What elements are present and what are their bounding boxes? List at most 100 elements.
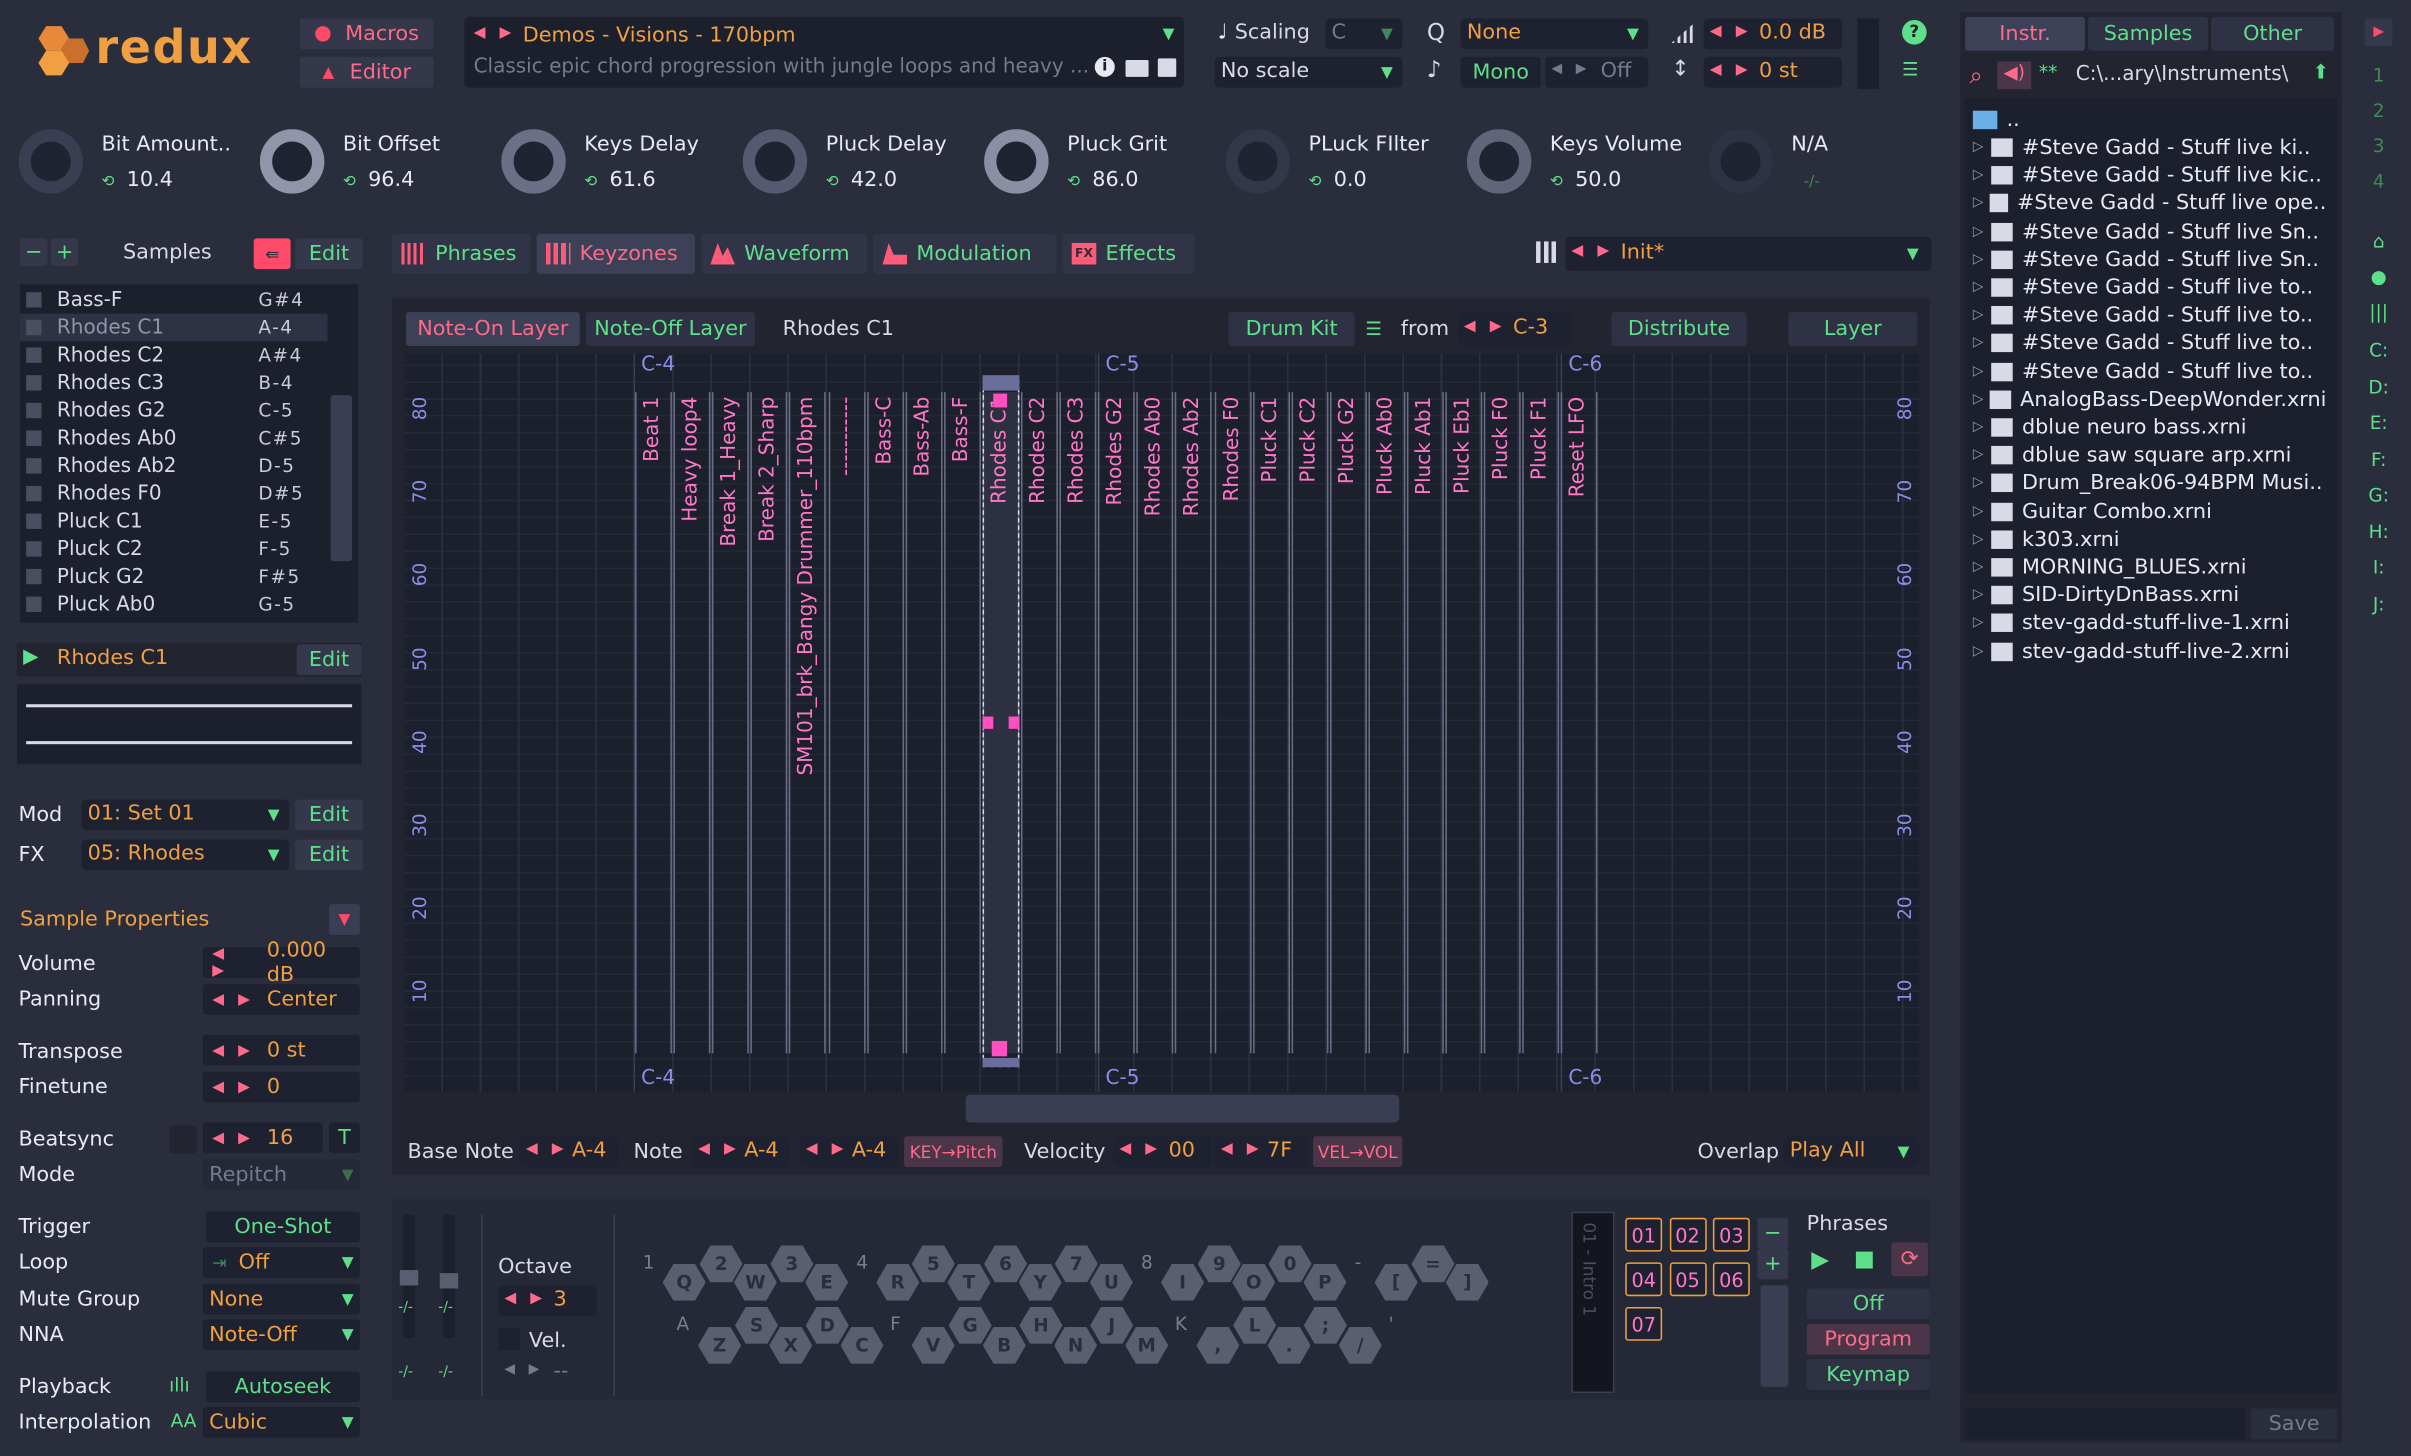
- drive-button[interactable]: C:: [2365, 337, 2393, 365]
- list-item[interactable]: Rhodes C3 B-4: [20, 369, 328, 397]
- phrase-play-icon[interactable]: ▶: [1811, 1245, 1829, 1273]
- browser-item[interactable]: ▷ dblue saw square arp.xrni: [1973, 442, 2327, 470]
- pitch-wheel-map-icon[interactable]: -/-: [398, 1301, 413, 1316]
- velocity-high-field[interactable]: ◀ ▶ 7F: [1214, 1136, 1307, 1168]
- expand-triangle-icon[interactable]: ▷: [1973, 224, 1991, 239]
- key-pitch-toggle[interactable]: KEY→Pitch: [904, 1136, 1003, 1168]
- zone-bottom-bar[interactable]: [982, 1057, 1020, 1068]
- phrase-slot[interactable]: 05: [1669, 1262, 1706, 1297]
- selected-sample-edit-button[interactable]: Edit: [296, 644, 362, 676]
- note-low-field[interactable]: ◀ ▶ A-4: [691, 1136, 791, 1168]
- browser-tab-samples[interactable]: Samples: [2088, 16, 2208, 51]
- fx-chain-select[interactable]: 05: Rhodes ▼: [81, 839, 290, 871]
- browser-item[interactable]: ▷ #Steve Gadd - Stuff live Sn..: [1973, 218, 2327, 246]
- zone-top-handle[interactable]: [982, 375, 1020, 391]
- macro-knob-2[interactable]: Bit Offset ⟲ 96.4: [254, 120, 485, 215]
- pitch-wheel-handle[interactable]: [399, 1270, 419, 1286]
- from-note-field[interactable]: ◀ ▶ C-3: [1457, 312, 1572, 346]
- phrase-scrollbar[interactable]: [1760, 1285, 1789, 1387]
- remove-phrase-button[interactable]: −: [1757, 1217, 1789, 1249]
- expand-triangle-icon[interactable]: ▷: [1973, 252, 1991, 267]
- beatsync-toggle[interactable]: [169, 1125, 197, 1154]
- mod-set-select[interactable]: 01: Set 01 ▼: [81, 799, 290, 831]
- note-on-layer-tab[interactable]: Note-On Layer: [405, 312, 580, 346]
- macro-knob-4[interactable]: Pluck Delay ⟲ 42.0: [737, 120, 968, 215]
- keyzone[interactable]: Pluck Eb1: [1445, 392, 1483, 1054]
- play-sample-icon[interactable]: ▶: [23, 646, 38, 669]
- beatsync-mode-button[interactable]: T: [329, 1122, 360, 1154]
- sample-panning-field[interactable]: ◀ ▶ Center: [202, 984, 360, 1015]
- from-note-arrows[interactable]: ◀ ▶: [1464, 318, 1506, 335]
- scale-dropdown-icon[interactable]: ▼: [1375, 60, 1400, 85]
- browser-item[interactable]: ▷ stev-gadd-stuff-live-2.xrni: [1973, 637, 2327, 665]
- keyzone[interactable]: Pluck F0: [1484, 392, 1521, 1054]
- phrase-mode-keymap[interactable]: Keymap: [1806, 1359, 1930, 1390]
- browser-item[interactable]: ▷ #Steve Gadd - Stuff live to..: [1973, 330, 2327, 358]
- slot-number-button[interactable]: 1: [2365, 62, 2393, 90]
- playback-waveform-icon[interactable]: ıllı: [169, 1375, 190, 1397]
- sample-transpose-field[interactable]: ◀ ▶ 0 st: [202, 1034, 360, 1066]
- tab-modulation[interactable]: Modulation: [873, 233, 1057, 274]
- base-note-field[interactable]: ◀ ▶ A-4: [519, 1136, 619, 1168]
- keyzone[interactable]: Pluck C1: [1252, 392, 1290, 1054]
- nna-select[interactable]: Note-Off ▼: [202, 1319, 360, 1351]
- browser-item[interactable]: ▷ AnalogBass-DeepWonder.xrni: [1973, 386, 2327, 414]
- fx-chain-dropdown-icon[interactable]: ▼: [261, 843, 286, 868]
- editor-button[interactable]: ▲ Editor: [299, 56, 434, 88]
- drive-button[interactable]: I:: [2365, 554, 2393, 582]
- scale-select[interactable]: No scale ▼: [1214, 56, 1403, 88]
- browser-item[interactable]: ▷ MORNING_BLUES.xrni: [1973, 554, 2327, 582]
- mono-toggle[interactable]: Mono: [1460, 56, 1541, 88]
- list-item[interactable]: Pluck C1 E-5: [20, 507, 328, 535]
- phrase-slot[interactable]: 07: [1625, 1306, 1663, 1341]
- volume-arrows[interactable]: ◀ ▶: [1710, 23, 1752, 40]
- zone-bottom-handle[interactable]: [991, 1040, 1008, 1057]
- keyzone[interactable]: Pluck C2: [1291, 392, 1329, 1054]
- list-item[interactable]: Rhodes G2 C-5: [20, 397, 328, 425]
- drum-kit-list-icon[interactable]: ☰: [1365, 318, 1382, 340]
- browser-item[interactable]: ▷ k303.xrni: [1973, 526, 2327, 554]
- overlap-dropdown-icon[interactable]: ▼: [1891, 1139, 1916, 1164]
- phrase-mode-off[interactable]: Off: [1806, 1288, 1930, 1320]
- drive-button[interactable]: G:: [2365, 481, 2393, 509]
- fx-preset-dropdown-icon[interactable]: ▼: [1900, 241, 1925, 266]
- expand-triangle-icon[interactable]: ▷: [1973, 644, 1991, 659]
- expand-triangle-icon[interactable]: ▷: [1973, 532, 1991, 547]
- expand-triangle-icon[interactable]: ▷: [1973, 560, 1991, 575]
- browser-item[interactable]: ▷ SID-DirtyDnBass.xrni: [1973, 582, 2327, 610]
- samples-edit-button[interactable]: Edit: [295, 238, 363, 270]
- samples-scrollbar[interactable]: [330, 395, 353, 562]
- slot-number-button[interactable]: 4: [2365, 168, 2393, 196]
- keyzone[interactable]: Pluck Ab1: [1406, 392, 1444, 1054]
- browser-item[interactable]: ▷ #Steve Gadd - Stuff live Sn..: [1973, 246, 2327, 274]
- mod-edit-button[interactable]: Edit: [295, 799, 363, 831]
- fx-edit-button[interactable]: Edit: [295, 839, 363, 871]
- list-item[interactable]: Bass-F G#4: [20, 286, 328, 314]
- save-icon[interactable]: [1157, 58, 1177, 77]
- instrument-transpose[interactable]: ◀ ▶ 0 st: [1703, 56, 1843, 88]
- sample-link-button[interactable]: ⇚: [253, 238, 291, 270]
- phrase-stop-icon[interactable]: [1855, 1251, 1873, 1269]
- browser-item[interactable]: ▷ #Steve Gadd - Stuff live to..: [1973, 302, 2327, 330]
- macros-button[interactable]: Macros: [299, 18, 434, 50]
- add-phrase-button[interactable]: +: [1757, 1248, 1789, 1280]
- phrase-slot[interactable]: 02: [1669, 1217, 1706, 1252]
- browser-save-button[interactable]: Save: [2251, 1408, 2338, 1440]
- expand-triangle-icon[interactable]: ▷: [1973, 168, 1991, 183]
- trigger-oneshot-button[interactable]: One-Shot: [206, 1211, 360, 1243]
- expand-triangle-icon[interactable]: ▷: [1973, 392, 1991, 407]
- help-icon[interactable]: ?: [1902, 19, 1927, 45]
- tab-waveform[interactable]: Waveform: [701, 233, 868, 274]
- layer-button[interactable]: Layer: [1788, 312, 1918, 346]
- keyzone[interactable]: -----------: [827, 392, 865, 1054]
- overlap-select[interactable]: Play All ▼: [1783, 1136, 1919, 1168]
- drum-kit-button[interactable]: Drum Kit: [1228, 312, 1355, 346]
- transpose-arrows[interactable]: ◀ ▶: [1710, 62, 1752, 79]
- keyzone[interactable]: Beat 1: [635, 392, 672, 1054]
- keyzone[interactable]: Reset LFO: [1561, 392, 1599, 1054]
- keyzone[interactable]: Heavy loop4: [673, 392, 711, 1054]
- browser-parent-item[interactable]: ..: [1972, 106, 2327, 134]
- folder-icon[interactable]: [1125, 59, 1149, 77]
- scaling-key-select[interactable]: C ▼: [1325, 18, 1403, 50]
- phrase-mode-program[interactable]: Program: [1806, 1323, 1930, 1355]
